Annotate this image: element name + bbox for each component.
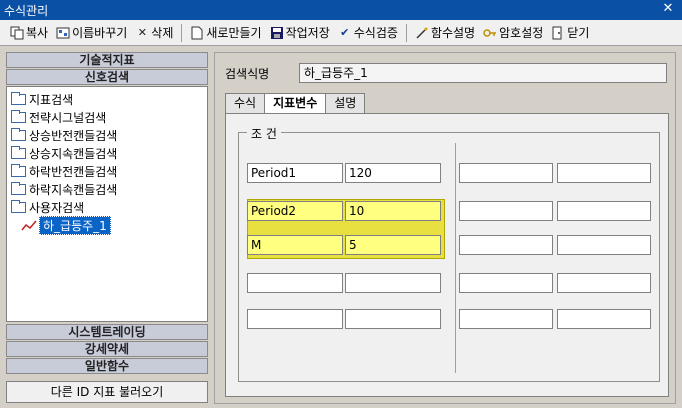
tab-description[interactable]: 설명 xyxy=(325,93,366,113)
tab-bar: 수식 지표변수 설명 xyxy=(225,93,366,113)
param-name-input[interactable]: Period1 xyxy=(247,163,343,183)
param-value-input[interactable] xyxy=(557,163,651,183)
variables-panel: 조 건 Period1 120 Period2 10 M 5 xyxy=(225,113,669,397)
window-title: 수식관리 xyxy=(4,3,49,18)
folder-icon xyxy=(11,163,26,177)
param-value-input[interactable]: 120 xyxy=(345,163,441,183)
tree-item[interactable]: 하락지속캔들검색 xyxy=(7,180,207,198)
param-name-input[interactable] xyxy=(247,309,343,329)
right-panel: 검색식명 하_급등주_1 수식 지표변수 설명 조 건 Period1 120 … xyxy=(214,52,676,404)
signal-tree: 지표검색 전략시그널검색 상승반전캔들검색 상승지속캔들검색 하락반전캔들검색 … xyxy=(6,86,208,322)
folder-icon xyxy=(11,199,26,213)
param-name-input[interactable] xyxy=(459,273,553,293)
folder-icon xyxy=(11,181,26,195)
category-general-function[interactable]: 일반함수 xyxy=(6,358,208,374)
param-value-input[interactable] xyxy=(557,201,651,221)
folder-icon xyxy=(11,145,26,159)
key-icon xyxy=(483,26,497,40)
tree-item[interactable]: 사용자검색 xyxy=(7,198,207,216)
folder-icon xyxy=(11,109,26,123)
save-icon xyxy=(270,26,284,40)
param-value-input[interactable] xyxy=(345,273,441,293)
delete-icon: ✕ xyxy=(137,26,147,39)
tree-item[interactable]: 하락반전캔들검색 xyxy=(7,162,207,180)
delete-button[interactable]: ✕ 삭제 xyxy=(131,22,177,44)
param-name-input[interactable] xyxy=(247,273,343,293)
tree-item[interactable]: 전략시그널검색 xyxy=(7,108,207,126)
param-value-input[interactable] xyxy=(557,273,651,293)
copy-icon xyxy=(10,26,24,40)
close-button[interactable]: 닫기 xyxy=(547,22,593,44)
new-document-icon xyxy=(190,26,204,40)
condition-group-title: 조 건 xyxy=(247,125,281,142)
param-name-input[interactable] xyxy=(459,163,553,183)
folder-icon xyxy=(11,127,26,141)
category-system-trading[interactable]: 시스템트레이딩 xyxy=(6,324,208,340)
param-name-input[interactable] xyxy=(459,235,553,255)
tab-formula[interactable]: 수식 xyxy=(225,93,266,113)
load-other-id-button[interactable]: 다른 ID 지표 불러오기 xyxy=(6,381,208,403)
title-bar: 수식관리 ✕ xyxy=(0,0,682,20)
tab-variables[interactable]: 지표변수 xyxy=(264,93,327,113)
tree-item[interactable]: 상승지속캔들검색 xyxy=(7,144,207,162)
param-value-input[interactable]: 5 xyxy=(345,235,441,255)
rename-button[interactable]: 이름바꾸기 xyxy=(52,22,131,44)
function-help-button[interactable]: 함수설명 xyxy=(411,22,479,44)
exit-door-icon xyxy=(551,26,565,40)
left-panel: 기술적지표 신호검색 지표검색 전략시그널검색 상승반전캔들검색 상승지속캔들검… xyxy=(6,52,208,404)
checkmark-icon: ✔ xyxy=(340,26,350,39)
condition-group: 조 건 Period1 120 Period2 10 M 5 xyxy=(238,125,660,382)
toolbar: 복사 이름바꾸기 ✕ 삭제 새로만들기 작업저장 ✔ 수식검증 함수설명 암호설정 … xyxy=(0,20,682,46)
category-signal[interactable]: 신호검색 xyxy=(6,69,208,85)
chart-line-icon xyxy=(21,219,37,231)
formula-name-label: 검색식명 xyxy=(225,66,270,81)
magic-wand-icon xyxy=(415,26,429,40)
new-button[interactable]: 새로만들기 xyxy=(186,22,265,44)
param-name-input[interactable]: M xyxy=(247,235,343,255)
column-divider xyxy=(455,143,456,373)
tree-item[interactable]: 상승반전캔들검색 xyxy=(7,126,207,144)
param-value-input[interactable] xyxy=(345,309,441,329)
category-technical[interactable]: 기술적지표 xyxy=(6,52,208,68)
formula-name-input[interactable]: 하_급등주_1 xyxy=(299,63,667,83)
param-value-input[interactable] xyxy=(557,309,651,329)
tree-item[interactable]: 지표검색 xyxy=(7,90,207,108)
toolbar-separator xyxy=(181,23,183,42)
copy-button[interactable]: 복사 xyxy=(6,22,52,44)
tree-item-selected[interactable]: 하_급등주_1 xyxy=(7,215,207,235)
toolbar-separator xyxy=(405,23,407,42)
param-name-input[interactable] xyxy=(459,201,553,221)
save-button[interactable]: 작업저장 xyxy=(266,22,334,44)
formula-name-row: 검색식명 하_급등주_1 xyxy=(225,63,667,83)
param-name-input[interactable] xyxy=(459,309,553,329)
close-icon[interactable]: ✕ xyxy=(660,1,676,17)
rename-icon xyxy=(56,26,70,40)
verify-button[interactable]: ✔ 수식검증 xyxy=(334,22,402,44)
password-button[interactable]: 암호설정 xyxy=(479,22,547,44)
category-strength[interactable]: 강세약세 xyxy=(6,341,208,357)
param-value-input[interactable]: 10 xyxy=(345,201,441,221)
folder-icon xyxy=(11,91,26,105)
param-name-input[interactable]: Period2 xyxy=(247,201,343,221)
param-value-input[interactable] xyxy=(557,235,651,255)
